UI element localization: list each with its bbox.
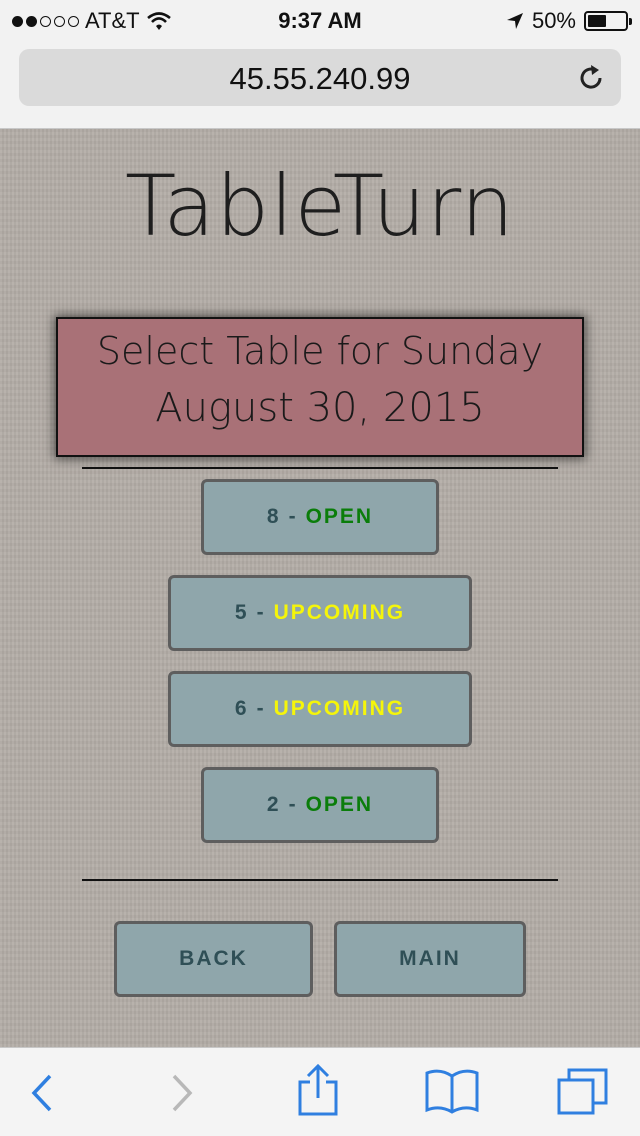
bottom-divider <box>82 879 558 881</box>
location-arrow-icon <box>506 13 523 29</box>
url-text[interactable]: 45.55.240.99 <box>19 61 621 97</box>
browser-address-area: 45.55.240.99 <box>0 40 640 129</box>
table-status: UPCOMING <box>273 697 406 720</box>
table-separator: - <box>288 505 298 528</box>
forward-arrow-icon[interactable] <box>166 1072 196 1114</box>
table-button-6[interactable]: 6 - UPCOMING <box>168 671 472 747</box>
battery-icon <box>584 11 632 31</box>
back-button[interactable]: BACK <box>114 921 313 997</box>
page-heading: Select Table for Sunday August 30, 2015 <box>56 317 584 457</box>
share-icon[interactable] <box>296 1064 340 1116</box>
battery-percent: 50% <box>531 8 576 33</box>
table-separator: - <box>288 793 298 816</box>
back-arrow-icon[interactable] <box>28 1072 58 1114</box>
table-number: 8 <box>266 505 281 528</box>
table-status: OPEN <box>305 505 374 528</box>
bookmarks-icon[interactable] <box>424 1068 480 1114</box>
browser-toolbar <box>0 1047 640 1136</box>
main-button[interactable]: MAIN <box>334 921 526 997</box>
table-button-5[interactable]: 5 - UPCOMING <box>168 575 472 651</box>
app-logo: TableTurn <box>124 157 516 255</box>
table-separator: - <box>256 697 266 720</box>
tabs-icon[interactable] <box>556 1066 610 1116</box>
table-number: 5 <box>234 601 249 624</box>
table-number: 6 <box>234 697 249 720</box>
reload-icon[interactable] <box>575 62 607 94</box>
table-separator: - <box>256 601 266 624</box>
page-content: TableTurn Select Table for Sunday August… <box>0 129 640 1047</box>
table-status: OPEN <box>305 793 374 816</box>
heading-line-1: Select Table for Sunday <box>96 329 544 373</box>
heading-line-2: August 30, 2015 <box>155 385 485 431</box>
table-number: 2 <box>266 793 281 816</box>
status-bar: AT&T 9:37 AM 50% <box>0 0 640 40</box>
table-button-8[interactable]: 8 - OPEN <box>201 479 439 555</box>
url-field[interactable]: 45.55.240.99 <box>19 49 621 106</box>
table-button-2[interactable]: 2 - OPEN <box>201 767 439 843</box>
top-divider <box>82 467 558 469</box>
table-status: UPCOMING <box>273 601 406 624</box>
